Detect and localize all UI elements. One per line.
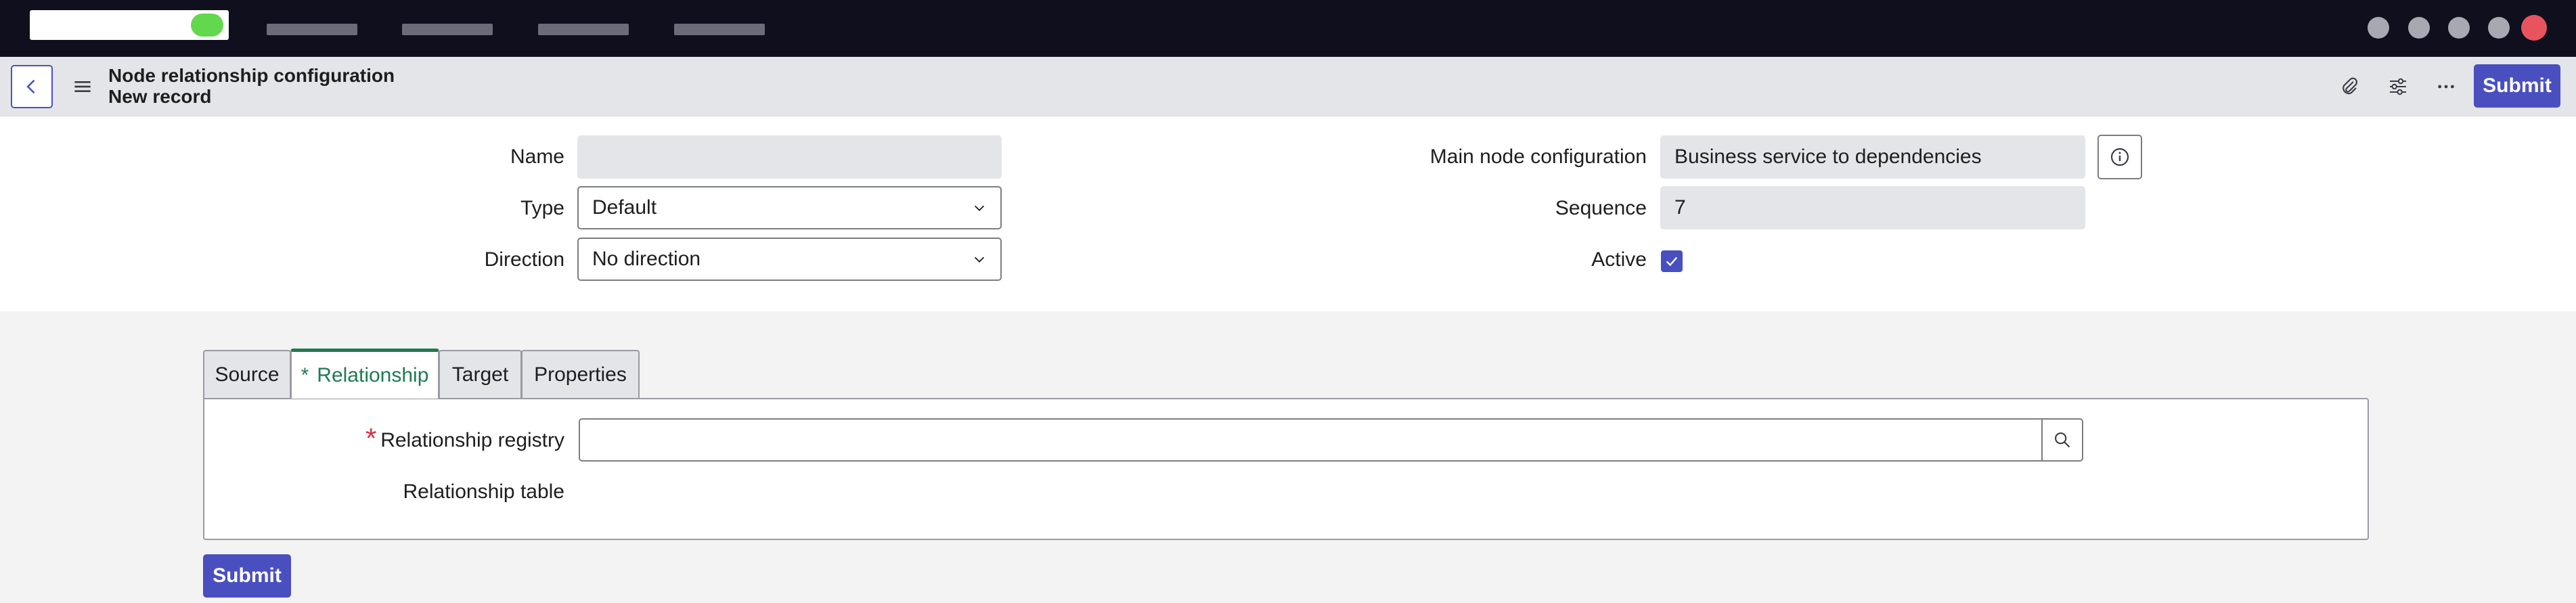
active-label: Active (1591, 248, 1647, 271)
ellipsis-icon[interactable] (2431, 72, 2461, 102)
main-node-configuration-field[interactable]: Business service to dependencies (1660, 135, 2085, 179)
required-marker: * (301, 363, 309, 386)
required-marker: * (365, 422, 377, 454)
nav-menu-item-1[interactable] (267, 24, 357, 35)
nav-menu-item-4[interactable] (674, 24, 765, 35)
type-select[interactable]: Default (577, 186, 1002, 229)
tab-target[interactable]: Target (439, 350, 522, 399)
form-fields-section: Name Type Default Direction No direction… (0, 116, 2576, 311)
chevron-left-icon (26, 79, 35, 94)
chevron-down-icon (974, 205, 985, 211)
direction-select-value: No direction (592, 248, 701, 270)
form-header: Node relationship configuration New reco… (0, 57, 2576, 116)
relationship-registry-label: Relationship registry (380, 429, 564, 451)
lookup-button[interactable] (2041, 418, 2083, 462)
name-label: Name (510, 146, 564, 168)
info-button[interactable] (2097, 135, 2142, 179)
check-icon (1666, 256, 1678, 267)
back-button[interactable] (11, 65, 53, 108)
direction-select[interactable]: No direction (577, 238, 1002, 281)
hamburger-icon[interactable] (69, 73, 96, 100)
main-node-configuration-label: Main node configuration (1429, 146, 1647, 168)
tab-properties[interactable]: Properties (521, 350, 640, 399)
sequence-label: Sequence (1555, 197, 1647, 219)
avatar[interactable] (2521, 15, 2547, 41)
top-navigation-bar (0, 0, 2576, 57)
active-checkbox[interactable] (1661, 250, 1683, 272)
search-icon (2055, 432, 2070, 448)
submit-button[interactable]: Submit (203, 554, 291, 598)
nav-action-1[interactable] (2368, 17, 2389, 39)
nav-action-2[interactable] (2408, 17, 2430, 39)
nav-action-3[interactable] (2448, 17, 2470, 39)
relationship-registry-input[interactable] (579, 418, 2043, 462)
paperclip-icon[interactable] (2334, 72, 2364, 102)
nav-menu-item-3[interactable] (538, 24, 629, 35)
sequence-field[interactable]: 7 (1660, 186, 2085, 229)
info-icon (2110, 148, 2129, 166)
type-select-value: Default (592, 196, 657, 219)
status-indicator (191, 14, 223, 37)
nav-menu-item-2[interactable] (402, 24, 493, 35)
nav-action-4[interactable] (2488, 17, 2510, 39)
type-label: Type (520, 197, 564, 219)
page-subtitle: New record (108, 86, 212, 107)
relationship-table-label: Relationship table (403, 481, 565, 503)
name-field[interactable] (577, 135, 1002, 179)
chevron-down-icon (974, 256, 985, 263)
tab-relationship[interactable]: * Relationship (290, 349, 439, 399)
sliders-icon[interactable] (2383, 72, 2413, 102)
logo[interactable] (30, 10, 229, 40)
tab-source[interactable]: Source (203, 350, 291, 399)
direction-label: Direction (484, 248, 564, 271)
submit-button[interactable]: Submit (2474, 64, 2560, 108)
tab-relationship-label: Relationship (317, 363, 429, 386)
page-title: Node relationship configuration (108, 65, 395, 86)
